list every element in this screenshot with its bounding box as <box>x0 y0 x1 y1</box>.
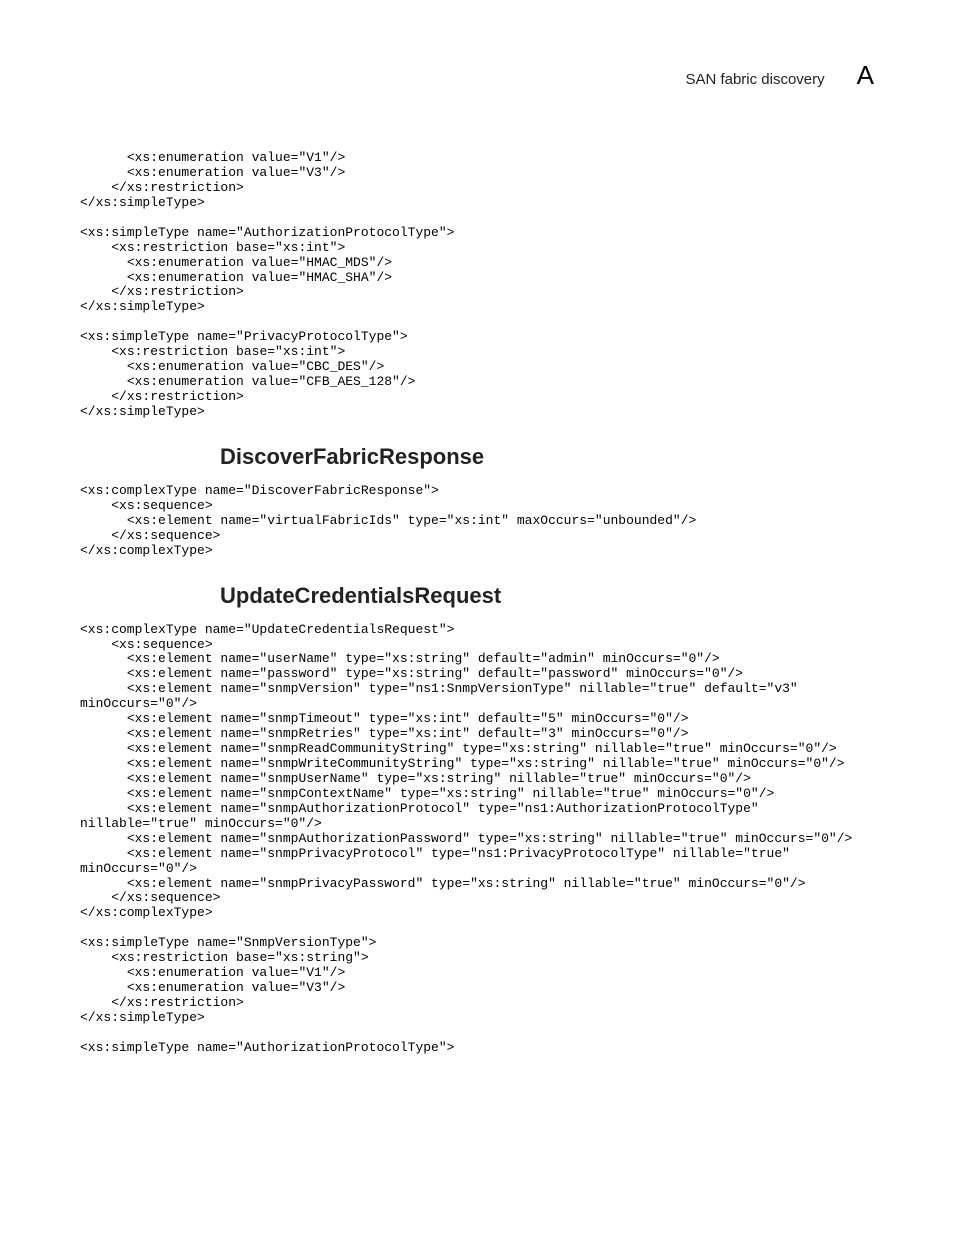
header-appendix-letter: A <box>857 60 874 91</box>
heading-update-credentials-request: UpdateCredentialsRequest <box>220 583 874 609</box>
page-container: SAN fabric discovery A <xs:enumeration v… <box>0 0 954 1200</box>
header-section-label: SAN fabric discovery <box>685 71 824 88</box>
heading-discover-fabric-response: DiscoverFabricResponse <box>220 444 874 470</box>
code-block-discover-fabric-response: <xs:complexType name="DiscoverFabricResp… <box>80 484 874 559</box>
page-header: SAN fabric discovery A <box>80 60 874 91</box>
code-block-update-credentials-request: <xs:complexType name="UpdateCredentialsR… <box>80 623 874 1056</box>
code-block-top: <xs:enumeration value="V1"/> <xs:enumera… <box>80 151 874 420</box>
